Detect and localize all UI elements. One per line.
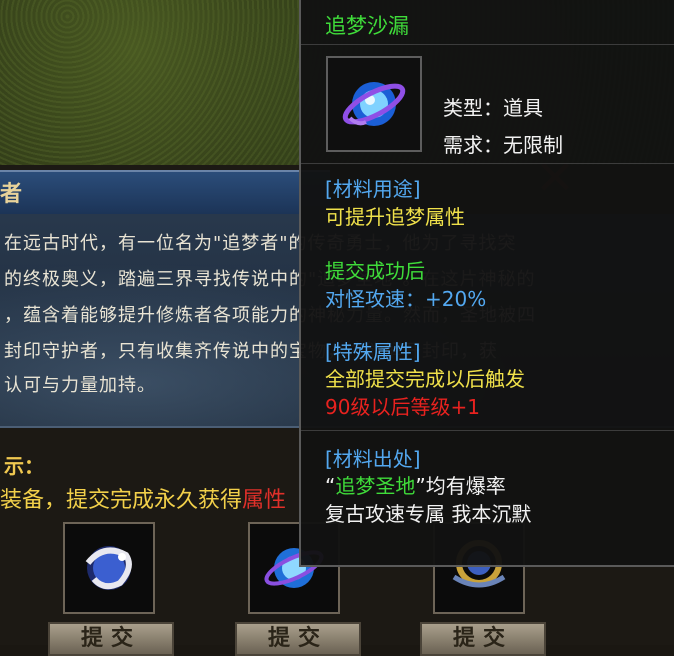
source-line2: 复古攻速专属 我本沉默	[325, 502, 532, 526]
material-use-label: [材料用途]	[325, 177, 421, 201]
hint-label: 示：	[4, 454, 44, 478]
item-requirement: 需求：无限制	[443, 133, 563, 157]
source-label: [材料出处]	[325, 447, 421, 471]
item-tooltip: 追梦沙漏 类型：道具 需求：无限制 [材料用途] 可提升追梦属性 提交成功后 对…	[299, 0, 674, 567]
divider	[301, 163, 674, 164]
quote-open: “	[325, 474, 336, 498]
hourglass-orb-icon	[342, 82, 406, 126]
panel-title: 者	[0, 182, 23, 207]
item-type: 类型：道具	[443, 96, 543, 120]
reward-line: 装备，提交完成永久获得属性	[0, 482, 286, 514]
submit-button[interactable]: 提交	[48, 622, 174, 656]
special-attr-label: [特殊属性]	[325, 340, 421, 364]
submit-success-label: 提交成功后	[325, 259, 425, 283]
submit-success-text: 对怪攻速：+20%	[325, 287, 487, 311]
item-slot-1[interactable]	[63, 522, 155, 614]
dragon-orb-icon	[85, 546, 132, 590]
item-name: 追梦沙漏	[325, 14, 409, 38]
submit-button[interactable]: 提交	[235, 622, 361, 656]
reward-text: 装备，提交完成永久获得	[0, 488, 243, 513]
story-line: 认可与力量加持。	[4, 375, 156, 396]
special-attr-red-text: 90级以后等级+1	[325, 395, 480, 419]
source-rest: ”均有爆率	[415, 474, 506, 498]
source-place: 追梦圣地	[335, 474, 416, 498]
source-line: “追梦圣地”均有爆率	[325, 470, 506, 499]
divider	[301, 44, 674, 45]
material-use-text: 可提升追梦属性	[325, 205, 465, 229]
item-icon-frame	[326, 56, 422, 152]
divider	[301, 430, 674, 431]
submit-button[interactable]: 提交	[420, 622, 546, 656]
reward-red-text: 属性	[242, 488, 287, 513]
special-attr-text: 全部提交完成以后触发	[325, 367, 525, 391]
panel-header-bar	[0, 170, 330, 216]
